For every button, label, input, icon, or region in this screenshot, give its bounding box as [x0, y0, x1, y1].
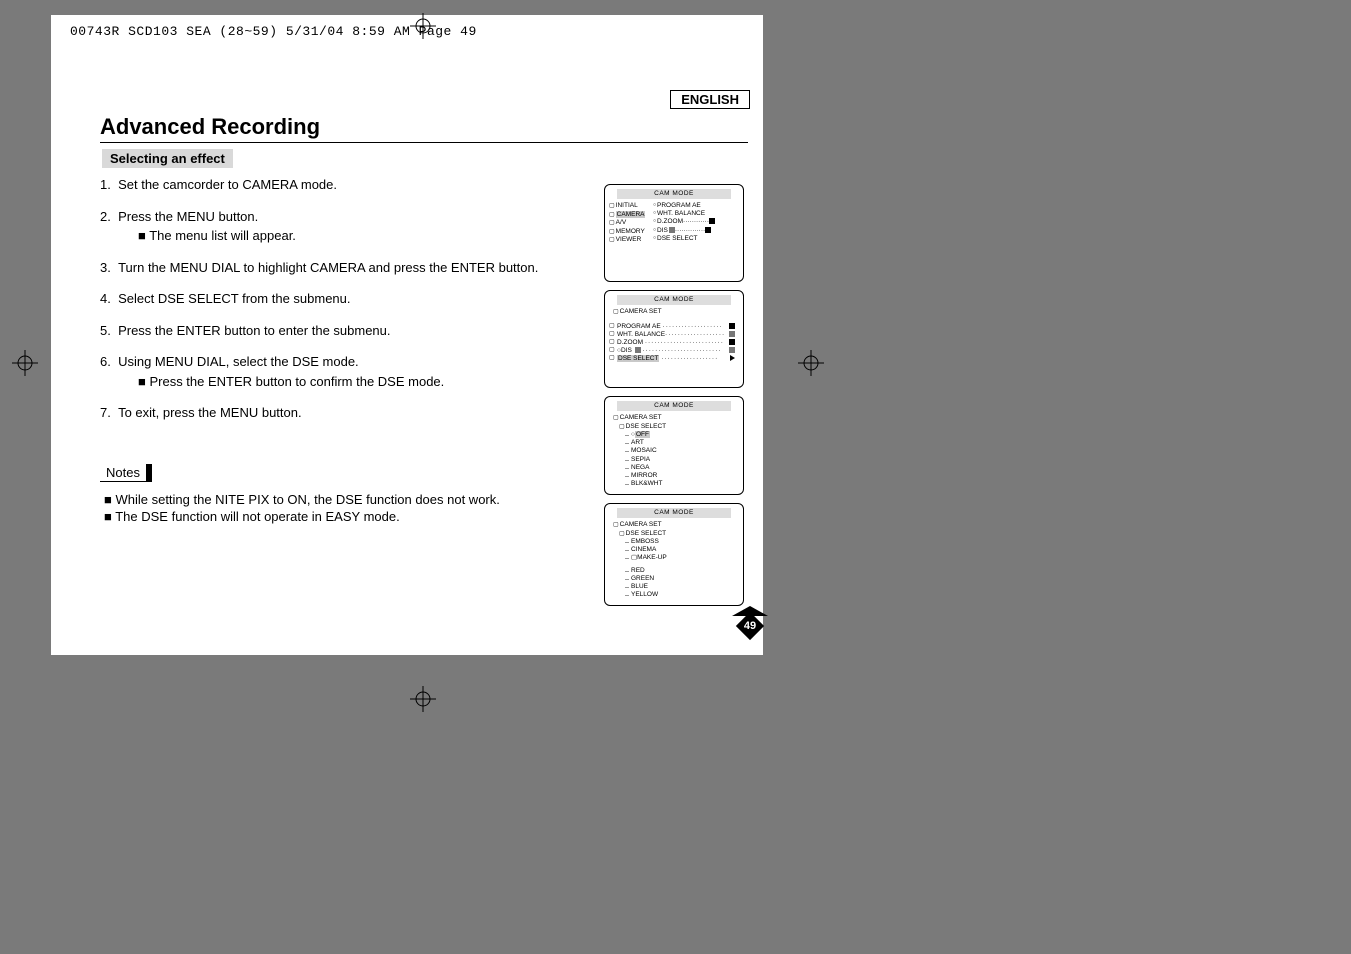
- lcd-1-header: CAM MODE: [617, 189, 731, 199]
- page-title: Advanced Recording: [100, 114, 760, 140]
- registration-mark-top: [410, 13, 436, 39]
- lcd2-row-0: PROGRAM AE ···················: [609, 323, 739, 331]
- lcd1-left-0: INITIAL: [609, 202, 653, 211]
- lcd3-opt-4: NEGA: [625, 464, 739, 472]
- lcd1-left-3: MEMORY: [609, 228, 653, 237]
- lcd1-right-2: D.ZOOM············: [653, 218, 715, 226]
- lcd2-row-3: ○DIS ·························: [609, 347, 739, 355]
- lcd-3-header: CAM MODE: [617, 401, 731, 411]
- lcd-2-header: CAM MODE: [617, 295, 731, 305]
- lcd-illustrations: CAM MODE INITIAL CAMERA A/V MEMORY VIEWE…: [604, 184, 744, 614]
- lcd1-left-2: A/V: [609, 219, 653, 228]
- lcd1-right-3: DIS··············: [653, 227, 715, 235]
- lcd1-right-4: DSE SELECT: [653, 235, 715, 243]
- lcd-screen-1: CAM MODE INITIAL CAMERA A/V MEMORY VIEWE…: [604, 184, 744, 282]
- lcd-screen-3: CAM MODE CAMERA SET DSE SELECT ○OFF ART …: [604, 396, 744, 495]
- lcd1-left-1: CAMERA: [609, 211, 653, 220]
- lcd2-title: CAMERA SET: [613, 308, 662, 315]
- lcd4-a-1: CINEMA: [625, 546, 739, 554]
- lcd2-row-4: DSE SELECT ··················: [609, 355, 739, 363]
- lcd1-left-4: VIEWER: [609, 236, 653, 245]
- lcd2-row-1: WHT. BALANCE···················: [609, 331, 739, 339]
- lcd1-right-1: WHT. BALANCE: [653, 210, 715, 218]
- lcd-screen-2: CAM MODE CAMERA SET PROGRAM AE ·········…: [604, 290, 744, 388]
- lcd2-row-2: D.ZOOM ·························: [609, 339, 739, 347]
- page-number: 49: [738, 614, 762, 638]
- registration-mark-left: [12, 350, 38, 376]
- lcd4-b-2: BLUE: [625, 583, 739, 591]
- lcd4-b-0: RED: [625, 567, 739, 575]
- lcd3-opt-2: MOSAIC: [625, 447, 739, 455]
- lcd3-path-0: CAMERA SET: [613, 414, 739, 423]
- lcd-4-header: CAM MODE: [617, 508, 731, 518]
- lcd1-right-0: PROGRAM AE: [653, 202, 715, 210]
- lcd4-a-0: EMBOSS: [625, 538, 739, 546]
- page-number-badge: 49: [738, 614, 762, 638]
- lcd4-b-1: GREEN: [625, 575, 739, 583]
- lcd3-path-1: DSE SELECT: [613, 423, 739, 432]
- lcd4-b-3: YELLOW: [625, 591, 739, 599]
- lcd-screen-4: CAM MODE CAMERA SET DSE SELECT EMBOSS CI…: [604, 503, 744, 606]
- lcd4-a-2: ▢MAKE-UP: [625, 554, 739, 562]
- title-rule: [100, 142, 748, 143]
- lcd3-opt-3: SEPIA: [625, 456, 739, 464]
- language-badge: ENGLISH: [670, 90, 750, 109]
- section-heading: Selecting an effect: [102, 149, 233, 168]
- lcd4-path-0: CAMERA SET: [613, 521, 739, 530]
- notes-heading: Notes: [100, 464, 152, 482]
- registration-mark-right: [798, 350, 824, 376]
- lcd3-opt-5: MIRROR: [625, 472, 739, 480]
- lcd3-opt-1: ART: [625, 439, 739, 447]
- lcd4-path-1: DSE SELECT: [613, 530, 739, 539]
- lcd3-opt-0: ○OFF: [625, 431, 739, 439]
- registration-mark-bottom: [410, 686, 436, 712]
- lcd3-opt-6: BLK&WHT: [625, 480, 739, 488]
